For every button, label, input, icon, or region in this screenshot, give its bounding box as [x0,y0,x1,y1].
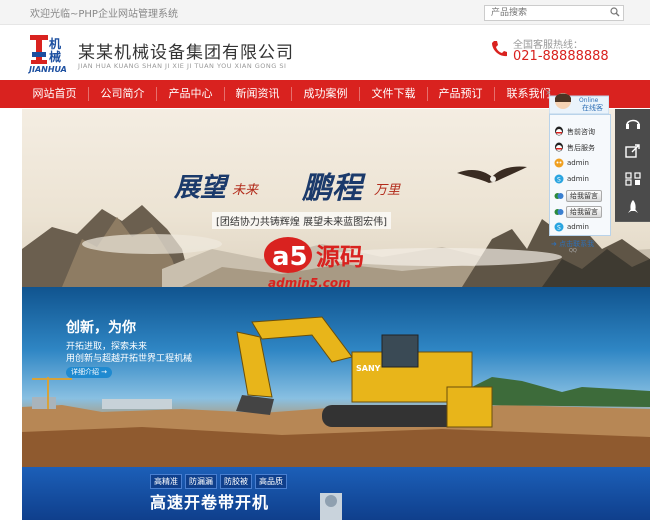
site-header: 机 械 JIANHUA 某某机械设备集团有限公司 JIAN HUA KUANG … [0,25,650,80]
side-toolbar [615,109,650,222]
side-button-qrcode[interactable] [615,165,650,194]
banner2-line-2: 用创新与超越开拓世界工程机械 [66,354,193,364]
banner-subtitle: [团结协力共铸辉煌 展望未来蓝图宏伟] [212,212,391,229]
slogan-part-1-small: 未来 [232,183,259,198]
qrcode-icon [625,172,641,186]
rocket-icon [628,200,638,213]
online-service-panel: × Online 在线客服 售前咨询 售后服务 admin S admin 给我… [545,88,611,254]
svg-text:a5: a5 [272,242,308,272]
service-label: admin [567,223,589,231]
phone-icon [492,41,507,57]
banner2-detail-button[interactable]: 详细介绍 → [66,367,112,378]
service-row[interactable]: S admin [554,173,606,185]
nav-item-products[interactable]: 产品中心 [157,80,224,108]
banner-slide-2[interactable]: SANY 创新，为你 开拓进取，探索未来 用创新与超越开拓世界工程机械 详细介绍… [22,287,650,467]
banner3-title: 高速开卷带开机 [150,493,270,512]
top-bar: 欢迎光临~PHP企业网站管理系统 [0,0,650,25]
share-icon [625,144,640,158]
welcome-text: 欢迎光临~PHP企业网站管理系统 [30,9,178,20]
company-logo[interactable]: 机 械 JIANHUA [27,32,72,74]
feature-tag: 防胶被 [220,474,252,489]
eagle-image [457,166,527,183]
service-label: 售后服务 [567,144,595,152]
svg-text:S: S [557,177,561,184]
banner2-title: 创新，为你 [66,320,136,336]
svg-text:源码: 源码 [316,243,364,271]
side-button-share[interactable] [615,137,650,166]
service-label: 售前咨询 [567,128,595,136]
feature-tag: 高品质 [255,474,287,489]
service-row[interactable]: S admin [554,221,606,233]
feature-tag: 高精准 [150,474,182,489]
svg-text:JIANHUA: JIANHUA [28,65,67,74]
msn-icon [554,193,564,199]
nav-item-downloads[interactable]: 文件下载 [360,80,427,108]
search-box[interactable] [484,5,624,21]
machine-part-image [320,493,342,520]
hotline-number: 021-88888888 [513,49,609,64]
contact-me-text: 点击联系我 [559,240,595,248]
service-row[interactable]: 售前咨询 [554,125,606,137]
qq-icon [555,142,563,152]
slogan-part-2-small: 万里 [374,183,401,198]
service-label: admin [567,159,589,167]
wangwang-icon [554,158,564,168]
banner-slide-3[interactable]: 高精准 防漏漏 防胶被 高品质 高速开卷带开机 [22,467,650,520]
skype-icon: S [554,222,564,232]
feature-tag: 防漏漏 [185,474,217,489]
service-label: 给我留言 [566,206,602,218]
nav-item-home[interactable]: 网站首页 [21,80,88,108]
msn-icon [554,209,564,215]
service-list: 售前咨询 售后服务 admin S admin 给我留言 给我留言 S admi… [549,114,611,236]
nav-item-about[interactable]: 公司简介 [89,80,156,108]
service-row[interactable]: admin [554,157,606,169]
svg-text:械: 械 [49,49,61,64]
service-label: admin [567,175,589,183]
company-pinyin: JIAN HUA KUANG SHAN JI XIE JI TUAN YOU X… [78,62,287,70]
slogan-part-1: 展望 [174,173,227,203]
side-button-top[interactable] [615,193,650,222]
service-footer-small: QQ [569,248,577,254]
search-input[interactable] [485,6,591,20]
side-button-service[interactable] [615,109,650,138]
feature-tags: 高精准 防漏漏 防胶被 高品质 [150,473,290,489]
search-icon[interactable] [610,7,620,17]
skype-icon: S [554,174,564,184]
nav-item-booking[interactable]: 产品预订 [427,80,494,108]
watermark-url: admin5.com [268,276,351,290]
nav-item-cases[interactable]: 成功案例 [292,80,359,108]
service-label: 给我留言 [566,190,602,202]
company-name: 某某机械设备集团有限公司 [78,43,294,63]
svg-text:机: 机 [49,36,61,51]
service-row[interactable]: 给我留言 [554,190,606,202]
headset-icon [626,119,640,129]
nav-item-news[interactable]: 新闻资讯 [224,80,291,108]
service-row[interactable]: 给我留言 [554,206,606,218]
service-row[interactable]: 售后服务 [554,141,606,153]
sany-brand-text: SANY [356,364,381,373]
svg-text:S: S [557,225,561,232]
construction-scene: SANY [22,316,650,467]
slogan-part-2: 鹏程 [302,171,362,206]
qq-icon [555,126,563,136]
